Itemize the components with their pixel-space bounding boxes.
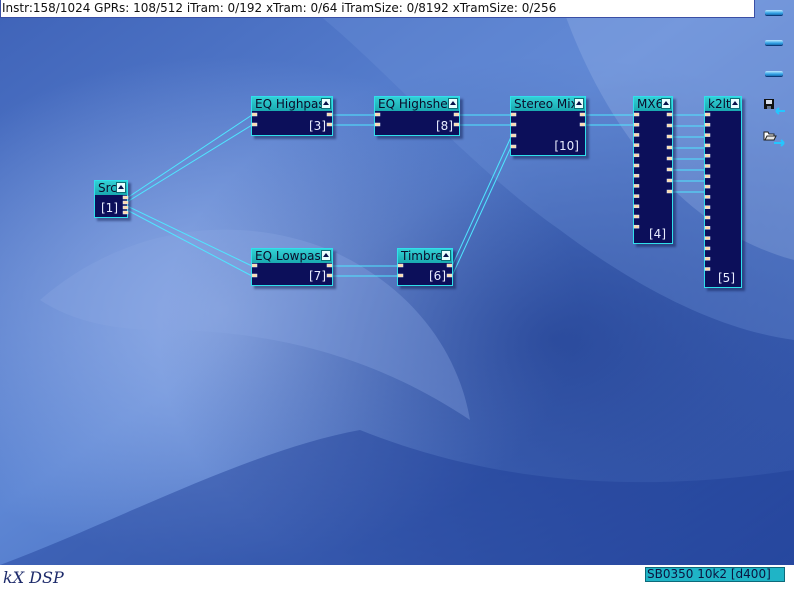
- module-index: [6]: [429, 269, 446, 283]
- minimize-icon: [765, 70, 783, 76]
- module-title: EQ Highpass: [252, 97, 332, 111]
- collapse-button[interactable]: [441, 250, 451, 261]
- save-button[interactable]: [763, 97, 785, 117]
- minimize-button-2[interactable]: [763, 35, 785, 49]
- load-button[interactable]: [763, 128, 785, 148]
- collapse-icon: [576, 101, 582, 105]
- module-mx6[interactable]: MX6 [4]: [633, 96, 673, 244]
- collapse-icon: [663, 101, 669, 105]
- collapse-icon: [732, 101, 738, 105]
- collapse-icon: [323, 101, 329, 105]
- module-stereo-mix[interactable]: Stereo Mix [10]: [510, 96, 586, 156]
- desktop-background: [0, 0, 794, 565]
- module-index: [5]: [718, 271, 735, 285]
- module-eq-highpass[interactable]: EQ Highpass [3]: [251, 96, 333, 136]
- module-index: [8]: [436, 119, 453, 133]
- module-title: EQ Lowpass: [252, 249, 332, 263]
- collapse-button[interactable]: [321, 250, 331, 261]
- collapse-icon: [323, 253, 329, 257]
- module-src[interactable]: Src [1]: [94, 180, 128, 218]
- save-icon: [764, 99, 785, 115]
- module-eq-lowpass[interactable]: EQ Lowpass [7]: [251, 248, 333, 286]
- module-index: [3]: [309, 119, 326, 133]
- minimize-icon: [765, 9, 783, 15]
- collapse-button[interactable]: [321, 98, 331, 109]
- module-index: [7]: [309, 269, 326, 283]
- collapse-icon: [118, 185, 124, 189]
- collapse-icon: [450, 101, 456, 105]
- minimize-button-3[interactable]: [763, 66, 785, 80]
- module-title: EQ Highshelf: [375, 97, 459, 111]
- collapse-button[interactable]: [661, 98, 671, 109]
- collapse-button[interactable]: [574, 98, 584, 109]
- minimize-icon: [765, 39, 783, 45]
- collapse-button[interactable]: [730, 98, 740, 109]
- kx-dsp-logo: kX DSP: [3, 568, 64, 587]
- collapse-button[interactable]: [448, 98, 458, 109]
- minimize-button-1[interactable]: [763, 5, 785, 19]
- collapse-button[interactable]: [116, 182, 126, 193]
- resource-status-bar: Instr:158/1024 GPRs: 108/512 iTram: 0/19…: [0, 0, 755, 18]
- collapse-icon: [443, 253, 449, 257]
- module-index: [4]: [649, 227, 666, 241]
- module-eq-highshelf[interactable]: EQ Highshelf [8]: [374, 96, 460, 136]
- module-k2lt[interactable]: k2lt [5]: [704, 96, 742, 288]
- open-folder-icon: [763, 131, 785, 147]
- module-timbre[interactable]: Timbre [6]: [397, 248, 453, 286]
- module-index: [1]: [101, 201, 118, 215]
- module-index: [10]: [554, 139, 579, 153]
- device-name-field[interactable]: SB0350 10k2 [d400]: [645, 567, 785, 582]
